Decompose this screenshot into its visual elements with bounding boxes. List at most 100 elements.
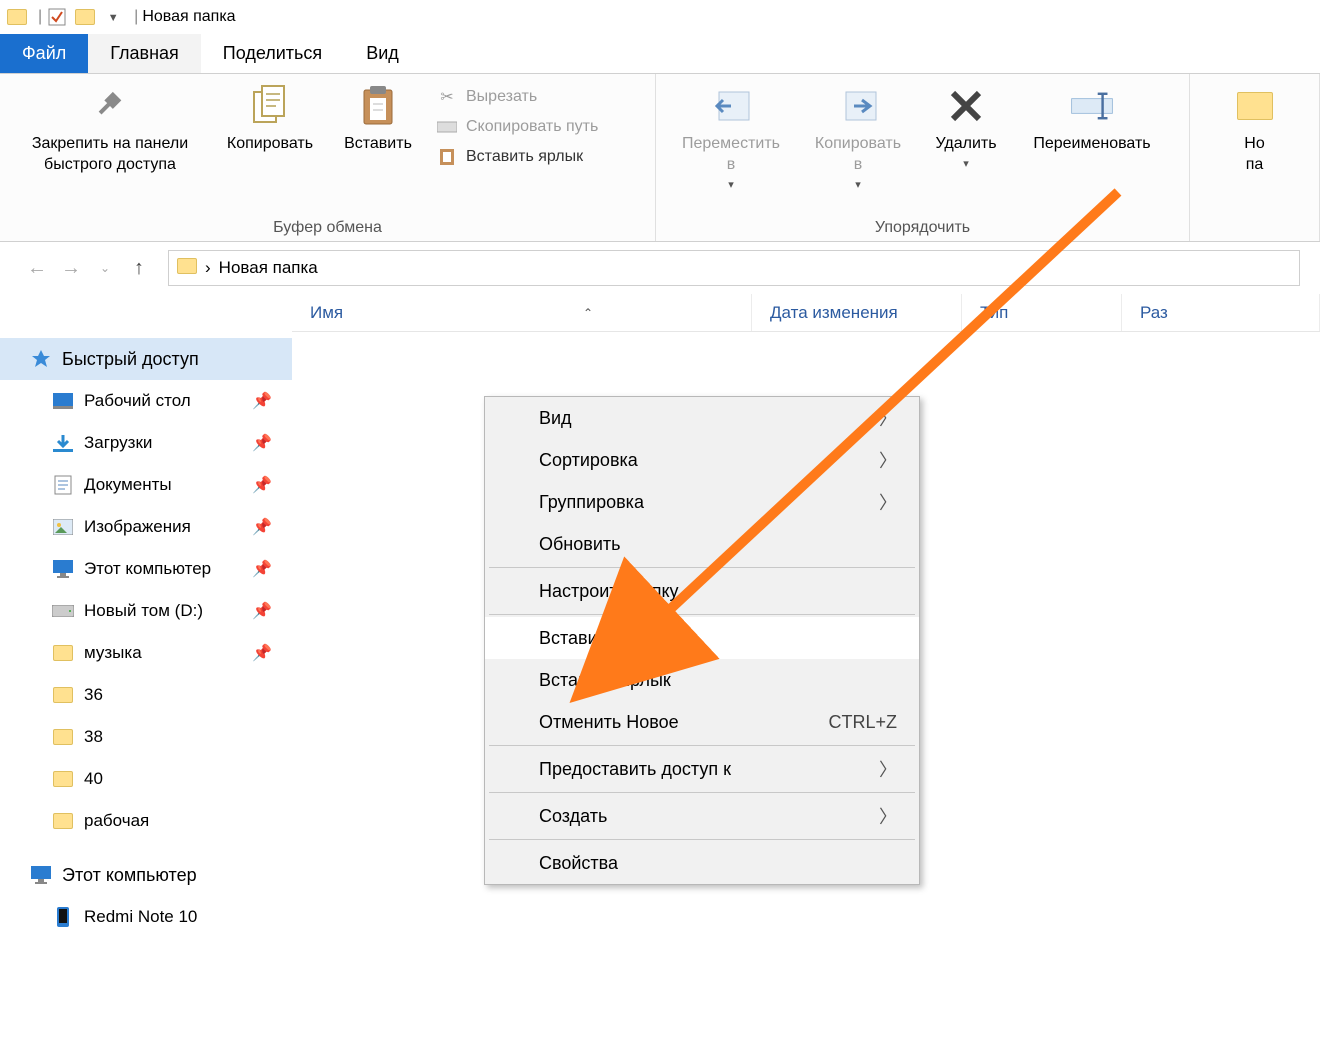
new-folder-icon (1233, 84, 1277, 128)
chevron-right-icon: 〉 (879, 489, 897, 515)
ctx-customize-folder[interactable]: Настроить папку... (485, 570, 919, 612)
column-size[interactable]: Раз (1122, 294, 1320, 331)
folder-icon (52, 768, 74, 790)
ctx-paste[interactable]: Вставить (485, 617, 919, 659)
copy-icon (248, 84, 292, 128)
sidebar-redmi[interactable]: Redmi Note 10 (0, 896, 292, 938)
ctx-share-access[interactable]: Предоставить доступ к〉 (485, 748, 919, 790)
chevron-right-icon: 〉 (879, 803, 897, 829)
pin-icon: 📌 (252, 643, 272, 663)
ribbon-group-new: Но па (1190, 74, 1320, 241)
scissors-icon: ✂ (436, 86, 458, 108)
ctx-separator (489, 839, 915, 840)
sidebar-new-volume[interactable]: Новый том (D:) 📌 (0, 590, 292, 632)
paste-button[interactable]: Вставить (330, 80, 426, 159)
nav-recent-dropdown[interactable]: ⌄ (88, 251, 122, 285)
title-sep-2: | (134, 8, 138, 26)
paste-shortcut-icon (436, 146, 458, 168)
qat-checkbox-icon[interactable] (46, 6, 68, 28)
move-to-icon (709, 84, 753, 128)
ctx-undo-new[interactable]: Отменить НовоеCTRL+Z (485, 701, 919, 743)
sort-caret-icon: ⌃ (583, 306, 593, 320)
pin-icon (88, 84, 132, 128)
folder-icon (52, 726, 74, 748)
ctx-shortcut: CTRL+Z (828, 712, 897, 733)
chevron-right-icon: 〉 (879, 405, 897, 431)
nav-forward-button[interactable]: → (54, 251, 88, 285)
titlebar: | ▼ | Новая папка (0, 0, 1320, 34)
address-bar[interactable]: › Новая папка (168, 250, 1300, 286)
nav-up-button[interactable]: ↑ (122, 251, 156, 285)
qat-dropdown-icon[interactable]: ▼ (102, 7, 124, 29)
rename-icon (1070, 84, 1114, 128)
chevron-down-icon: ▾ (855, 178, 861, 192)
copy-path-icon (436, 116, 458, 138)
ctx-refresh[interactable]: Обновить (485, 523, 919, 565)
sidebar-folder-36[interactable]: 36 (0, 674, 292, 716)
pin-icon: 📌 (252, 391, 272, 411)
ribbon-group-clipboard: Закрепить на панели быстрого доступа Коп… (0, 74, 656, 241)
folder-icon (52, 642, 74, 664)
ctx-properties[interactable]: Свойства (485, 842, 919, 884)
ribbon: Закрепить на панели быстрого доступа Коп… (0, 74, 1320, 242)
title-sep: | (38, 8, 42, 26)
chevron-down-icon: ▾ (963, 157, 969, 171)
sidebar-pictures[interactable]: Изображения 📌 (0, 506, 292, 548)
paste-shortcut-button[interactable]: Вставить ярлык (432, 144, 602, 170)
new-folder-button[interactable]: Но па (1200, 80, 1309, 180)
chevron-right-icon: 〉 (879, 756, 897, 782)
delete-x-icon (944, 84, 988, 128)
pin-icon: 📌 (252, 475, 272, 495)
ctx-paste-shortcut[interactable]: Вставить ярлык (485, 659, 919, 701)
phone-icon (52, 906, 74, 928)
qat-folder-icon[interactable] (74, 6, 96, 28)
cut-button[interactable]: ✂ Вырезать (432, 84, 602, 110)
column-type[interactable]: Тип (962, 294, 1122, 331)
nav-back-button[interactable]: ← (20, 251, 54, 285)
sidebar-folder-40[interactable]: 40 (0, 758, 292, 800)
sidebar-music[interactable]: музыка 📌 (0, 632, 292, 674)
sidebar-desktop[interactable]: Рабочий стол 📌 (0, 380, 292, 422)
pin-icon: 📌 (252, 433, 272, 453)
nav-bar: ← → ⌄ ↑ › Новая папка (0, 242, 1320, 294)
tab-view[interactable]: Вид (344, 34, 421, 73)
star-pin-icon (30, 348, 52, 370)
window-title: Новая папка (142, 8, 235, 26)
ctx-group[interactable]: Группировка〉 (485, 481, 919, 523)
ctx-sort[interactable]: Сортировка〉 (485, 439, 919, 481)
rename-button[interactable]: Переименовать (1012, 80, 1172, 159)
ctx-create[interactable]: Создать〉 (485, 795, 919, 837)
drive-icon (52, 600, 74, 622)
breadcrumb-folder[interactable]: Новая папка (219, 258, 318, 278)
copy-to-button[interactable]: Копировать в ▾ (796, 80, 920, 196)
desktop-icon (52, 390, 74, 412)
folder-icon (52, 810, 74, 832)
tab-share[interactable]: Поделиться (201, 34, 344, 73)
sidebar-documents[interactable]: Документы 📌 (0, 464, 292, 506)
folder-icon (6, 6, 28, 28)
navigation-sidebar: Быстрый доступ Рабочий стол 📌 Загрузки 📌… (0, 332, 292, 1042)
sidebar-this-pc[interactable]: Этот компьютер 📌 (0, 548, 292, 590)
sidebar-work-folder[interactable]: рабочая (0, 800, 292, 842)
pictures-icon (52, 516, 74, 538)
breadcrumb-sep: › (205, 258, 211, 278)
pc-icon (30, 864, 52, 886)
tab-file[interactable]: Файл (0, 34, 88, 73)
pin-to-quick-access-button[interactable]: Закрепить на панели быстрого доступа (10, 80, 210, 180)
ctx-view[interactable]: Вид〉 (485, 397, 919, 439)
sidebar-quick-access[interactable]: Быстрый доступ (0, 338, 292, 380)
column-headers: Имя ⌃ Дата изменения Тип Раз (292, 294, 1320, 332)
column-date[interactable]: Дата изменения (752, 294, 962, 331)
copy-path-button[interactable]: Скопировать путь (432, 114, 602, 140)
tab-home[interactable]: Главная (88, 34, 201, 73)
context-menu: Вид〉 Сортировка〉 Группировка〉 Обновить Н… (484, 396, 920, 885)
delete-button[interactable]: Удалить ▾ (920, 80, 1012, 175)
sidebar-downloads[interactable]: Загрузки 📌 (0, 422, 292, 464)
move-to-button[interactable]: Переместить в ▾ (666, 80, 796, 196)
sidebar-this-pc-root[interactable]: Этот компьютер (0, 854, 292, 896)
ctx-separator (489, 567, 915, 568)
sidebar-folder-38[interactable]: 38 (0, 716, 292, 758)
column-name[interactable]: Имя ⌃ (292, 294, 752, 331)
copy-button[interactable]: Копировать (210, 80, 330, 159)
ribbon-group-organize: Переместить в ▾ Копировать в ▾ Удалить ▾… (656, 74, 1190, 241)
